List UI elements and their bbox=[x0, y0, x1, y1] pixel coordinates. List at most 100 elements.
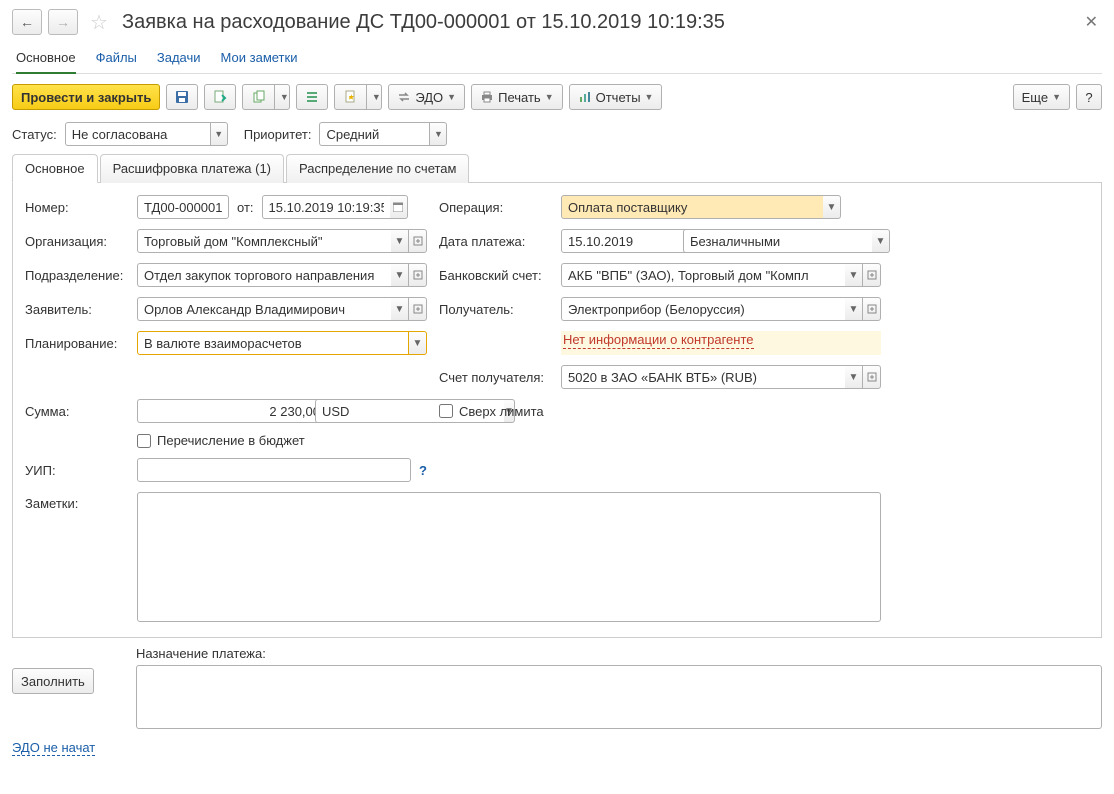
post-and-close-button[interactable]: Провести и закрыть bbox=[12, 84, 160, 110]
over-limit-checkbox-wrap[interactable]: Сверх лимита bbox=[439, 404, 544, 419]
number-input[interactable] bbox=[137, 195, 229, 219]
edo-button-label: ЭДО bbox=[415, 90, 443, 105]
priority-select[interactable] bbox=[319, 122, 429, 146]
open-icon bbox=[413, 270, 423, 280]
counterparty-warning[interactable]: Нет информации о контрагенте bbox=[563, 331, 754, 349]
list-icon bbox=[304, 89, 320, 105]
dept-label: Подразделение: bbox=[25, 268, 125, 283]
notes-label: Заметки: bbox=[25, 492, 125, 511]
recipient-acc-open-button[interactable] bbox=[863, 365, 881, 389]
operation-select[interactable] bbox=[561, 195, 823, 219]
reports-button[interactable]: Отчеты▼ bbox=[569, 84, 663, 110]
purpose-label: Назначение платежа: bbox=[136, 646, 1102, 661]
sum-label: Сумма: bbox=[25, 404, 125, 419]
dept-open-button[interactable] bbox=[409, 263, 427, 287]
org-label: Организация: bbox=[25, 234, 125, 249]
planning-dropdown-button[interactable]: ▼ bbox=[409, 331, 427, 355]
document-arrow-icon bbox=[212, 89, 228, 105]
edo-status-link[interactable]: ЭДО не начат bbox=[12, 740, 95, 756]
more-button[interactable]: Еще▼ bbox=[1013, 84, 1070, 110]
subtab-accounts[interactable]: Распределение по счетам bbox=[286, 154, 469, 183]
edo-button[interactable]: ЭДО▼ bbox=[388, 84, 465, 110]
save-button[interactable] bbox=[166, 84, 198, 110]
pay-method-dropdown-button[interactable]: ▼ bbox=[872, 229, 890, 253]
floppy-icon bbox=[174, 89, 190, 105]
post-button[interactable] bbox=[204, 84, 236, 110]
print-button-label: Печать bbox=[498, 90, 541, 105]
linktab-notes[interactable]: Мои заметки bbox=[221, 50, 298, 65]
status-select-dropdown[interactable]: ▼ bbox=[210, 122, 228, 146]
bank-acc-dropdown-button[interactable]: ▼ bbox=[845, 263, 863, 287]
help-button[interactable]: ? bbox=[1076, 84, 1102, 110]
uip-help-icon[interactable]: ? bbox=[419, 463, 427, 478]
pay-method-select[interactable] bbox=[683, 229, 872, 253]
attach-button[interactable] bbox=[334, 84, 366, 110]
linktab-main[interactable]: Основное bbox=[16, 50, 76, 74]
status-label: Статус: bbox=[12, 127, 57, 142]
page-title: Заявка на расходование ДС ТД00-000001 от… bbox=[122, 11, 725, 34]
forward-button[interactable]: → bbox=[48, 9, 78, 35]
subtab-main[interactable]: Основное bbox=[12, 154, 98, 183]
applicant-label: Заявитель: bbox=[25, 302, 125, 317]
planning-select[interactable] bbox=[137, 331, 409, 355]
uip-input[interactable] bbox=[137, 458, 411, 482]
favorite-star-icon[interactable]: ☆ bbox=[88, 11, 110, 33]
over-limit-label: Сверх лимита bbox=[459, 404, 544, 419]
recipient-acc-input[interactable] bbox=[561, 365, 845, 389]
status-select[interactable] bbox=[65, 122, 210, 146]
number-label: Номер: bbox=[25, 200, 125, 215]
recipient-open-button[interactable] bbox=[863, 297, 881, 321]
dept-dropdown-button[interactable]: ▼ bbox=[391, 263, 409, 287]
bank-acc-open-button[interactable] bbox=[863, 263, 881, 287]
budget-transfer-checkbox-wrap[interactable]: Перечисление в бюджет bbox=[137, 433, 305, 448]
more-button-label: Еще bbox=[1022, 90, 1048, 105]
recipient-acc-dropdown-button[interactable]: ▼ bbox=[845, 365, 863, 389]
reports-button-label: Отчеты bbox=[596, 90, 641, 105]
dept-input[interactable] bbox=[137, 263, 391, 287]
print-button[interactable]: Печать▼ bbox=[471, 84, 563, 110]
subtab-breakdown[interactable]: Расшифровка платежа (1) bbox=[100, 154, 284, 183]
org-input[interactable] bbox=[137, 229, 391, 253]
uip-label: УИП: bbox=[25, 463, 125, 478]
copy-button[interactable] bbox=[242, 84, 274, 110]
open-icon bbox=[867, 270, 877, 280]
sum-input[interactable] bbox=[137, 399, 326, 423]
linktab-files[interactable]: Файлы bbox=[96, 50, 137, 65]
over-limit-checkbox[interactable] bbox=[439, 404, 453, 418]
budget-transfer-checkbox[interactable] bbox=[137, 434, 151, 448]
operation-dropdown-button[interactable]: ▼ bbox=[823, 195, 841, 219]
from-label: от: bbox=[237, 200, 254, 215]
open-icon bbox=[867, 372, 877, 382]
date-calendar-button[interactable] bbox=[390, 195, 408, 219]
recipient-input[interactable] bbox=[561, 297, 845, 321]
bank-acc-label: Банковский счет: bbox=[439, 268, 549, 283]
bank-acc-input[interactable] bbox=[561, 263, 845, 287]
close-button[interactable]: ✕ bbox=[1081, 8, 1102, 36]
applicant-open-button[interactable] bbox=[409, 297, 427, 321]
paperclip-star-icon bbox=[343, 89, 359, 105]
notes-textarea[interactable] bbox=[137, 492, 881, 622]
budget-transfer-label: Перечисление в бюджет bbox=[157, 433, 305, 448]
date-input[interactable] bbox=[262, 195, 390, 219]
applicant-dropdown-button[interactable]: ▼ bbox=[391, 297, 409, 321]
back-button[interactable]: ← bbox=[12, 9, 42, 35]
chart-icon bbox=[578, 90, 592, 104]
calendar-icon bbox=[393, 202, 403, 212]
fill-button[interactable]: Заполнить bbox=[12, 668, 94, 694]
applicant-input[interactable] bbox=[137, 297, 391, 321]
attach-dropdown-button[interactable]: ▼ bbox=[366, 84, 382, 110]
org-open-button[interactable] bbox=[409, 229, 427, 253]
priority-select-dropdown[interactable]: ▼ bbox=[429, 122, 447, 146]
org-dropdown-button[interactable]: ▼ bbox=[391, 229, 409, 253]
open-icon bbox=[413, 304, 423, 314]
recipient-acc-label: Счет получателя: bbox=[439, 370, 549, 385]
recipient-dropdown-button[interactable]: ▼ bbox=[845, 297, 863, 321]
planning-label: Планирование: bbox=[25, 336, 125, 351]
pay-date-label: Дата платежа: bbox=[439, 234, 549, 249]
purpose-textarea[interactable] bbox=[136, 665, 1102, 729]
linktab-tasks[interactable]: Задачи bbox=[157, 50, 201, 65]
copy-dropdown-button[interactable]: ▼ bbox=[274, 84, 290, 110]
documents-icon bbox=[251, 89, 267, 105]
structure-button[interactable] bbox=[296, 84, 328, 110]
recipient-label: Получатель: bbox=[439, 302, 549, 317]
